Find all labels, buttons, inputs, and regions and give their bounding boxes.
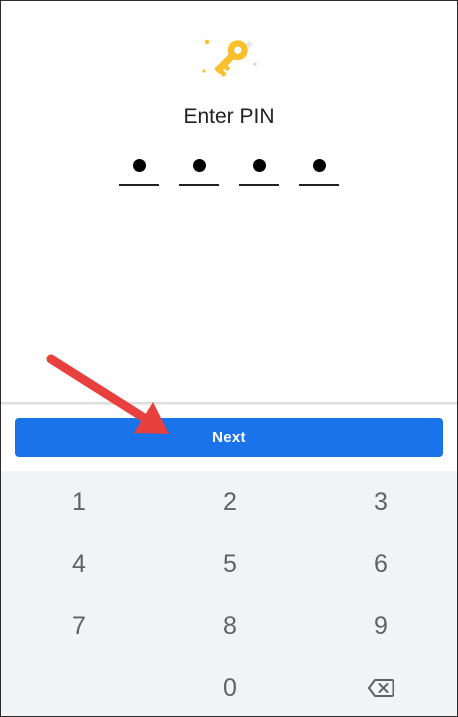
key-5[interactable]: 5: [160, 536, 300, 592]
pin-digit-slot: [239, 151, 279, 187]
page-title: Enter PIN: [183, 105, 275, 128]
pin-dot: [133, 159, 146, 172]
key-7[interactable]: 7: [9, 598, 149, 654]
key-1[interactable]: 1: [9, 474, 149, 530]
backspace-icon: [368, 679, 394, 697]
key-9[interactable]: 9: [311, 598, 451, 654]
numeric-keyboard: Next 1 2 3 4 5 6 7 8 9 0: [1, 405, 457, 716]
key-icon: [202, 39, 257, 78]
pin-underline: [179, 184, 219, 186]
pin-underline: [239, 184, 279, 186]
key-8[interactable]: 8: [160, 598, 300, 654]
key-6[interactable]: 6: [311, 536, 451, 592]
pin-dot: [313, 159, 326, 172]
pin-underline: [119, 184, 159, 186]
pin-underline: [299, 184, 339, 186]
key-2[interactable]: 2: [160, 474, 300, 530]
keyboard-action-strip: Next: [1, 405, 457, 471]
next-button[interactable]: Next: [15, 418, 443, 457]
key-4[interactable]: 4: [9, 536, 149, 592]
pin-entry-panel: Enter PIN: [1, 1, 457, 403]
key-3[interactable]: 3: [311, 474, 451, 530]
pin-digit-slot: [119, 151, 159, 187]
pin-digit-slot: [179, 151, 219, 187]
pin-dot: [253, 159, 266, 172]
pin-digit-slot: [299, 151, 339, 187]
pin-screen: Enter PIN Next 1 2 3 4 5 6 7 8 9 0: [0, 0, 458, 717]
backspace-key[interactable]: [311, 660, 451, 716]
pin-input[interactable]: [119, 151, 341, 191]
number-keypad: 1 2 3 4 5 6 7 8 9 0: [1, 471, 457, 716]
key-0[interactable]: 0: [160, 660, 300, 716]
pin-dot: [193, 159, 206, 172]
